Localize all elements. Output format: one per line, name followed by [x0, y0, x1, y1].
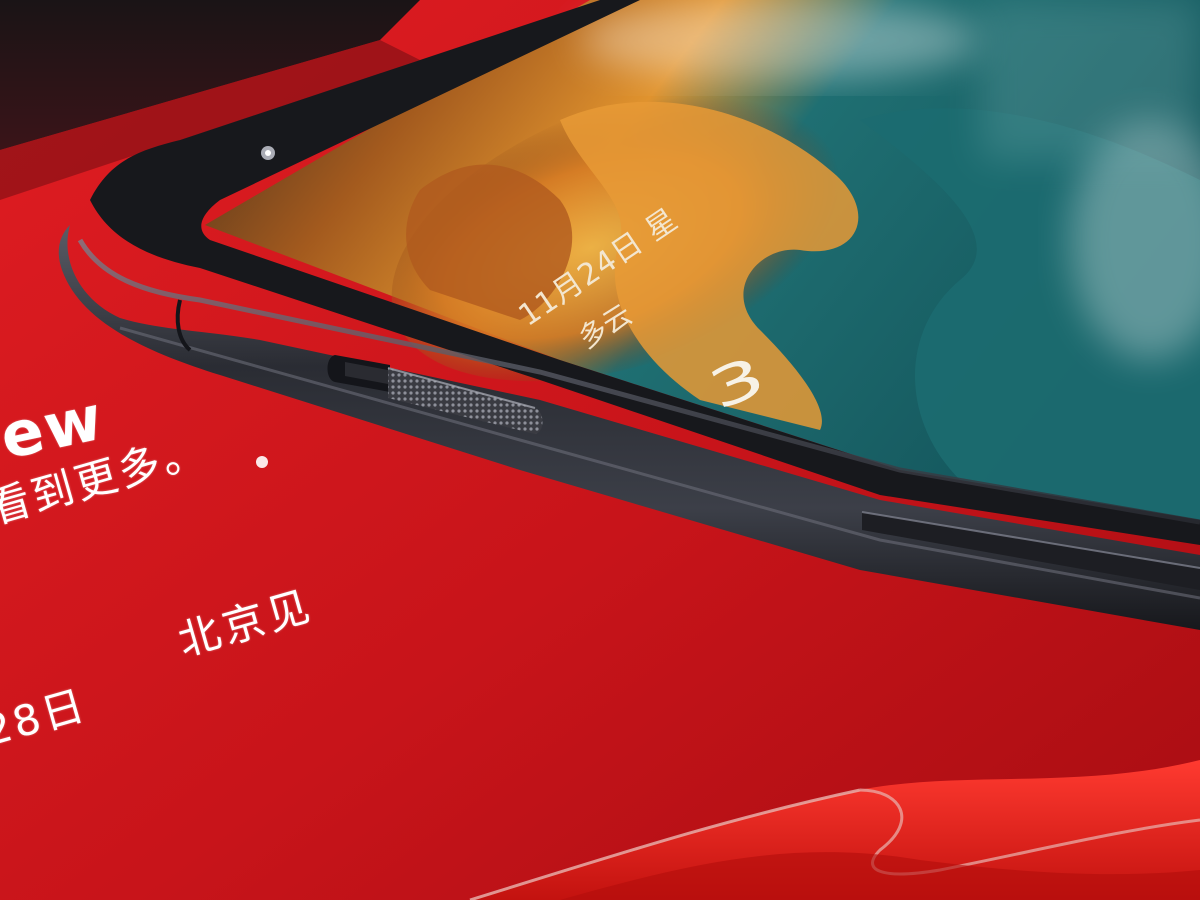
photo-scene: ew 看到更多。 北京见 28日 11月24日 星 多云 3	[0, 0, 1200, 900]
